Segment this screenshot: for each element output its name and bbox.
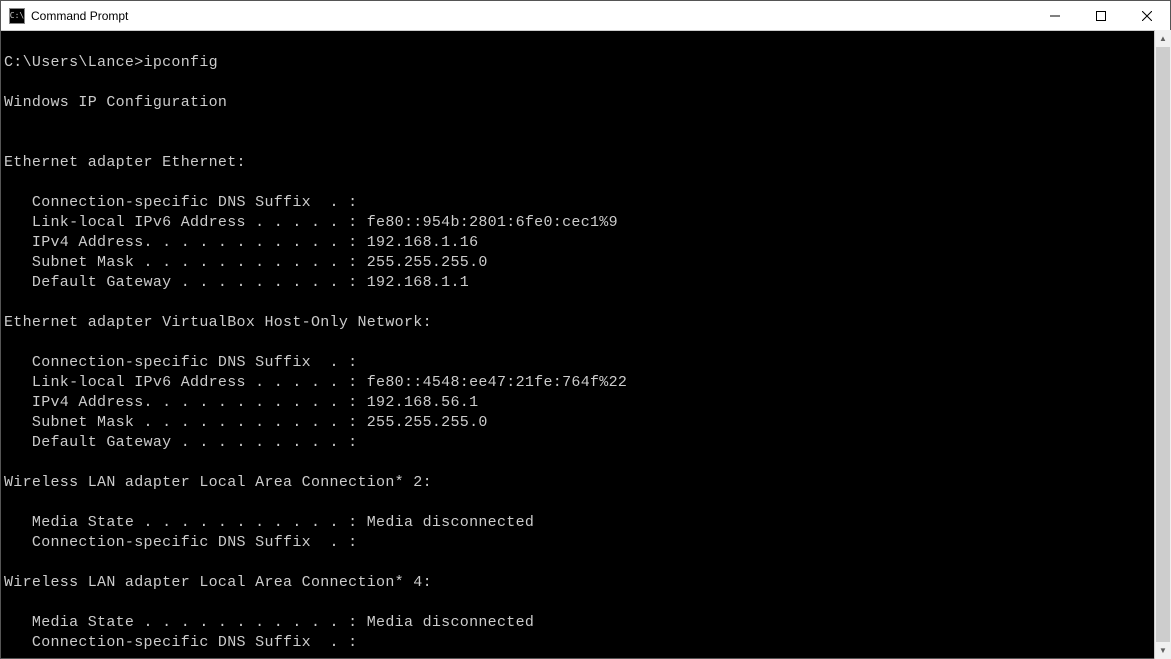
window-title: Command Prompt	[31, 9, 1032, 23]
window-controls	[1032, 1, 1170, 30]
maximize-icon	[1096, 11, 1106, 21]
maximize-button[interactable]	[1078, 1, 1124, 30]
close-icon	[1142, 11, 1152, 21]
terminal-output[interactable]: C:\Users\Lance>ipconfig Windows IP Confi…	[1, 31, 1170, 658]
titlebar[interactable]: C:\ Command Prompt	[1, 1, 1170, 31]
minimize-icon	[1050, 11, 1060, 21]
vertical-scrollbar[interactable]: ▲ ▼	[1154, 30, 1171, 659]
scroll-down-arrow-icon[interactable]: ▼	[1155, 642, 1171, 659]
app-icon: C:\	[9, 8, 25, 24]
scroll-up-arrow-icon[interactable]: ▲	[1155, 30, 1171, 47]
scroll-thumb[interactable]	[1156, 47, 1170, 642]
command-prompt-window: C:\ Command Prompt C:\Users\Lance>ipconf…	[0, 0, 1171, 659]
minimize-button[interactable]	[1032, 1, 1078, 30]
close-button[interactable]	[1124, 1, 1170, 30]
